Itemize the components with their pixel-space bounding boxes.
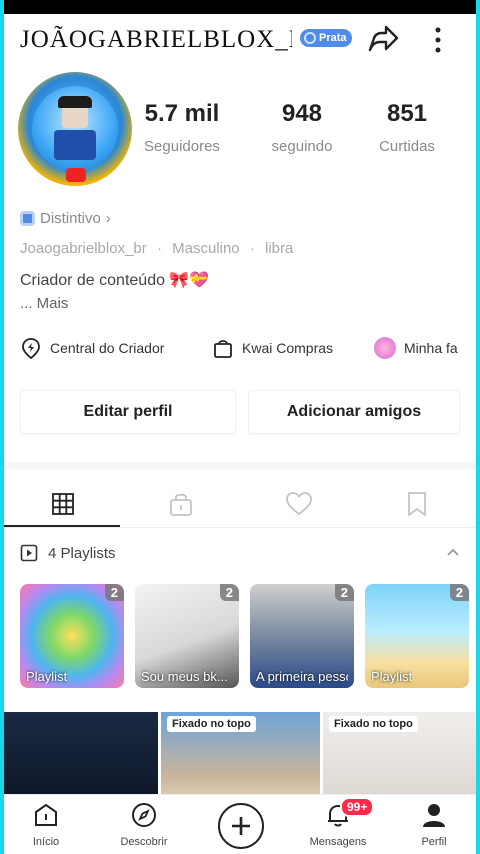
- bottom-nav: Início Descobrir Mensagens 99+ Perfil: [4, 794, 476, 854]
- video-thumbnail[interactable]: Fixado no topo: [161, 712, 320, 804]
- tab-bar-line: [4, 527, 476, 528]
- shopping-bag-icon: [214, 340, 232, 358]
- lightning-pin-icon: [22, 338, 40, 359]
- kwai-shop-link[interactable]: Kwai Compras: [212, 336, 333, 360]
- lock-icon: [170, 493, 192, 516]
- meta-handle: Joaogabrielblox_br: [20, 240, 147, 257]
- profile-meta: Joaogabrielblox_br · Masculino · libra: [20, 240, 293, 257]
- playlist-count: 2: [219, 584, 239, 601]
- share-icon[interactable]: [364, 24, 400, 56]
- playlist-title: Playlist: [371, 669, 413, 684]
- avatar[interactable]: [18, 72, 132, 186]
- right-edge: [476, 0, 480, 854]
- profile-bio: Criador de conteúdo 🎀💝: [20, 272, 210, 289]
- compass-icon: [132, 803, 156, 827]
- stat-following[interactable]: 948 seguindo: [252, 100, 352, 155]
- likes-label: Curtidas: [379, 138, 435, 155]
- playlist-card[interactable]: 2 Sou meus bk...: [135, 584, 239, 688]
- followers-label: Seguidores: [144, 138, 220, 155]
- video-thumbnail[interactable]: [4, 712, 158, 804]
- likes-count: 851: [386, 100, 428, 127]
- chevron-up-icon[interactable]: [444, 544, 462, 562]
- avatar-torso: [54, 130, 96, 160]
- plus-icon: [232, 817, 250, 835]
- playlist-icon: [20, 544, 38, 562]
- home-icon: [35, 803, 57, 826]
- playlist-card[interactable]: 2 Playlist: [365, 584, 469, 688]
- meta-separator: ·: [156, 240, 162, 257]
- following-label: seguindo: [271, 138, 333, 155]
- playlist-title: Sou meus bk...: [141, 669, 228, 684]
- phone-frame: JOÃOGABRIELBLOX_B Prata 5.7 mil Seguidor…: [0, 0, 480, 854]
- playlist-count: 2: [104, 584, 124, 601]
- playlist-title: A primeira pessoa #robl...: [256, 669, 348, 684]
- pinned-label: Fixado no topo: [329, 716, 418, 732]
- chevron-right-icon: ›: [105, 210, 111, 227]
- playlist-card[interactable]: 2 Playlist: [20, 584, 124, 688]
- tier-badge[interactable]: Prata: [300, 29, 352, 47]
- playlist-title: Playlist: [26, 669, 68, 684]
- tab-private[interactable]: [122, 484, 240, 524]
- grid-icon: [52, 493, 74, 515]
- creator-center-link[interactable]: Central do Criador: [20, 336, 164, 360]
- active-tab-indicator: [4, 525, 120, 527]
- stat-followers[interactable]: 5.7 mil Seguidores: [132, 100, 232, 155]
- top-bar: JOÃOGABRIELBLOX_B Prata: [4, 14, 476, 64]
- nav-profile[interactable]: Perfil: [394, 801, 474, 848]
- edit-profile-button[interactable]: Editar perfil: [20, 390, 236, 434]
- playlist-card[interactable]: 2 A primeira pessoa #robl...: [250, 584, 354, 688]
- create-button[interactable]: [218, 803, 264, 849]
- user-icon: [423, 804, 445, 827]
- meta-gender: Masculino: [172, 240, 240, 257]
- avatar-icon: [374, 337, 396, 359]
- profile-screen: JOÃOGABRIELBLOX_B Prata 5.7 mil Seguidor…: [4, 14, 476, 854]
- meta-separator: ·: [249, 240, 255, 257]
- bookmark-icon: [408, 492, 426, 516]
- following-count: 948: [281, 100, 323, 127]
- stat-likes[interactable]: 851 Curtidas: [357, 100, 457, 155]
- bio-more-link[interactable]: ... Mais: [20, 295, 68, 312]
- video-thumbnail[interactable]: Fixado no topo: [323, 712, 476, 804]
- playlists-header[interactable]: 4 Playlists: [20, 542, 116, 564]
- distintivo-link[interactable]: Distintivo ›: [20, 210, 111, 227]
- nav-home[interactable]: Início: [6, 801, 86, 848]
- profile-username: JOÃOGABRIELBLOX_B: [20, 26, 292, 53]
- tab-liked[interactable]: [240, 484, 358, 524]
- notification-badge: 99+: [340, 797, 375, 817]
- heart-icon: [286, 492, 312, 516]
- tab-saved[interactable]: [358, 484, 476, 524]
- add-friends-button[interactable]: Adicionar amigos: [248, 390, 460, 434]
- meta-sign: libra: [264, 240, 294, 257]
- avatar-hair: [58, 96, 92, 108]
- playlist-count: 2: [449, 584, 469, 601]
- distintivo-icon: [20, 211, 35, 226]
- nav-discover[interactable]: Descobrir: [104, 801, 184, 848]
- playlist-count: 2: [334, 584, 354, 601]
- minha-fa-link[interactable]: Minha fa: [374, 336, 470, 360]
- pinned-label: Fixado no topo: [167, 716, 256, 732]
- tab-grid[interactable]: [4, 484, 122, 524]
- more-options-icon[interactable]: [428, 24, 448, 56]
- badge-icon: [304, 32, 316, 44]
- followers-count: 5.7 mil: [144, 100, 220, 127]
- section-divider: [4, 462, 476, 470]
- play-icon: [66, 168, 86, 182]
